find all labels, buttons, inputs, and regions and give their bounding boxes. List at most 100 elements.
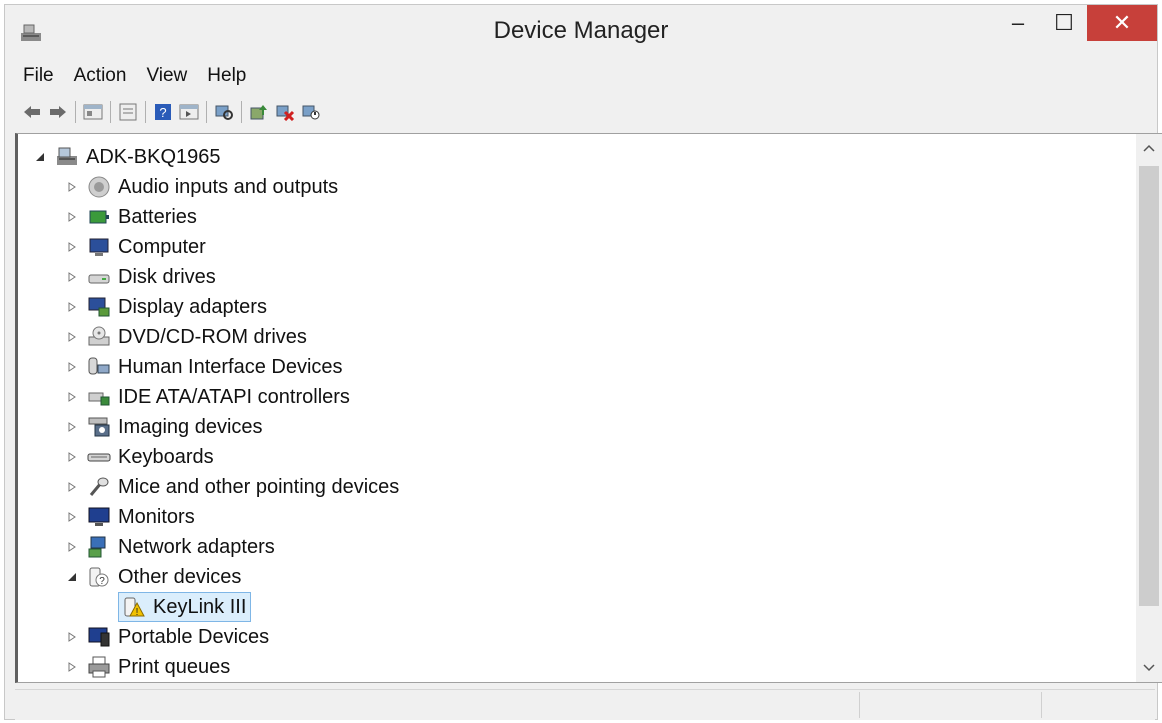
category-label: Computer [118, 235, 206, 258]
title-bar: Device Manager – ☐ ✕ [5, 5, 1157, 57]
tree-category[interactable]: Imaging devices [64, 412, 263, 442]
category-label: Batteries [118, 205, 197, 228]
computer-monitor-icon [86, 234, 112, 260]
printer-icon [86, 654, 112, 680]
enable-device-icon[interactable] [298, 99, 324, 125]
category-label: Keyboards [118, 445, 214, 468]
warning-device-icon: ! [121, 594, 147, 620]
expand-icon[interactable] [64, 329, 80, 345]
expand-icon[interactable] [64, 539, 80, 555]
expand-icon[interactable] [64, 179, 80, 195]
camera-icon [86, 414, 112, 440]
category-label: Imaging devices [118, 415, 263, 438]
category-label: Portable Devices [118, 625, 270, 648]
update-driver-icon[interactable] [246, 99, 272, 125]
expand-icon[interactable] [64, 239, 80, 255]
menu-file[interactable]: File [13, 63, 64, 93]
tree-device-selected[interactable]: ! KeyLink III [118, 592, 252, 622]
category-label: Human Interface Devices [118, 355, 343, 378]
tree-category[interactable]: Human Interface Devices [64, 352, 343, 382]
ide-controller-icon [86, 384, 112, 410]
category-label: DVD/CD-ROM drives [118, 325, 307, 348]
expand-icon[interactable] [64, 449, 80, 465]
status-segment [859, 692, 860, 718]
computer-icon [54, 144, 80, 170]
menu-help[interactable]: Help [197, 63, 256, 93]
tree-category[interactable]: Network adapters [64, 532, 275, 562]
expand-icon[interactable] [64, 299, 80, 315]
expand-icon[interactable] [64, 419, 80, 435]
category-label: Monitors [118, 505, 195, 528]
root-label: ADK-BKQ1965 [86, 145, 221, 168]
tree-category[interactable]: Monitors [64, 502, 195, 532]
device-tree: ADK-BKQ1965 Audio inputs and outputs Bat… [15, 133, 1162, 683]
details-icon[interactable] [115, 99, 141, 125]
category-label: Display adapters [118, 295, 267, 318]
svg-text:?: ? [99, 576, 105, 587]
scroll-down-icon[interactable] [1136, 656, 1162, 680]
tree-category[interactable]: Mice and other pointing devices [64, 472, 399, 502]
toolbar-separator [241, 101, 242, 123]
collapse-icon[interactable] [64, 569, 80, 585]
scroll-up-icon[interactable] [1136, 136, 1162, 160]
unknown-device-icon: ? [86, 564, 112, 590]
category-label: Network adapters [118, 535, 275, 558]
vertical-scrollbar[interactable] [1136, 134, 1162, 682]
portable-device-icon [86, 624, 112, 650]
tree-category[interactable]: Batteries [64, 202, 197, 232]
menu-bar: File Action View Help [13, 63, 256, 93]
maximize-button[interactable]: ☐ [1041, 5, 1087, 41]
expand-icon[interactable] [64, 509, 80, 525]
menu-view[interactable]: View [136, 63, 197, 93]
toolbar-separator [145, 101, 146, 123]
display-adapter-icon [86, 294, 112, 320]
menu-action[interactable]: Action [64, 63, 137, 93]
expand-icon[interactable] [64, 479, 80, 495]
tree-category[interactable]: DVD/CD-ROM drives [64, 322, 307, 352]
category-label: Print queues [118, 655, 231, 678]
back-icon[interactable] [19, 99, 45, 125]
keyboard-icon [86, 444, 112, 470]
scrollbar-thumb[interactable] [1139, 166, 1159, 606]
properties-sheet-icon[interactable] [80, 99, 106, 125]
hid-icon [86, 354, 112, 380]
category-label: Other devices [118, 565, 242, 588]
expand-icon[interactable] [64, 269, 80, 285]
toolbar-separator [206, 101, 207, 123]
forward-icon[interactable] [45, 99, 71, 125]
tree-category[interactable]: Print queues [64, 652, 230, 682]
collapse-icon[interactable] [32, 149, 48, 165]
tree-category[interactable]: ? Other devices [64, 562, 241, 592]
battery-icon [86, 204, 112, 230]
view-icon[interactable] [176, 99, 202, 125]
tree-category[interactable]: Keyboards [64, 442, 214, 472]
expand-icon[interactable] [64, 209, 80, 225]
disk-drive-icon [86, 264, 112, 290]
scan-hardware-icon[interactable] [211, 99, 237, 125]
tree-category[interactable]: IDE ATA/ATAPI controllers [64, 382, 350, 412]
status-segment [1041, 692, 1042, 718]
minimize-button[interactable]: – [995, 5, 1041, 41]
expand-icon[interactable] [64, 389, 80, 405]
expand-icon[interactable] [64, 359, 80, 375]
toolbar: ? [19, 97, 324, 127]
device-label: KeyLink III [153, 595, 247, 618]
tree-category[interactable]: Display adapters [64, 292, 267, 322]
window-title: Device Manager [493, 17, 669, 44]
mouse-icon [86, 474, 112, 500]
help-icon[interactable]: ? [150, 99, 176, 125]
uninstall-icon[interactable] [272, 99, 298, 125]
tree-root[interactable]: ADK-BKQ1965 [32, 142, 221, 172]
category-label: Mice and other pointing devices [118, 475, 400, 498]
tree-category[interactable]: Disk drives [64, 262, 216, 292]
close-button[interactable]: ✕ [1087, 5, 1157, 41]
category-label: Audio inputs and outputs [118, 175, 339, 198]
expand-icon[interactable] [64, 629, 80, 645]
status-bar [15, 689, 1155, 720]
tree-category[interactable]: Portable Devices [64, 622, 269, 652]
dvd-drive-icon [86, 324, 112, 350]
tree-category[interactable]: Audio inputs and outputs [64, 172, 338, 202]
tree-category[interactable]: Computer [64, 232, 206, 262]
expand-icon[interactable] [64, 659, 80, 675]
device-manager-window: Device Manager – ☐ ✕ File Action View He… [4, 4, 1162, 720]
